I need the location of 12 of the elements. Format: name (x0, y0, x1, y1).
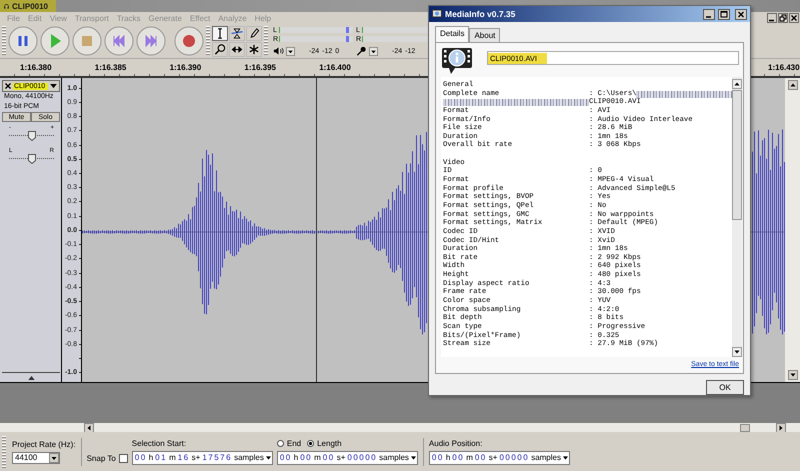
snap-to-label: Snap To (86, 454, 116, 463)
project-rate-label: Project Rate (Hz): (12, 440, 76, 448)
ruler-label: 1:16.395 (244, 63, 276, 72)
ruler-label: 1:16.400 (319, 63, 351, 72)
ruler-label: 1:16.380 (20, 63, 52, 72)
ruler-label: 1:16.385 (94, 63, 126, 72)
window-title: CLIP0010 (12, 2, 48, 10)
selection-start-label: Selection Start: (132, 438, 188, 448)
ruler-label: 1:16.430 (768, 63, 800, 72)
audio-position-label: Audio Position: (428, 438, 484, 448)
ruler-label: 1:16.390 (170, 63, 202, 72)
dialog-title: MediaInfo v0.7.35 (445, 9, 516, 19)
